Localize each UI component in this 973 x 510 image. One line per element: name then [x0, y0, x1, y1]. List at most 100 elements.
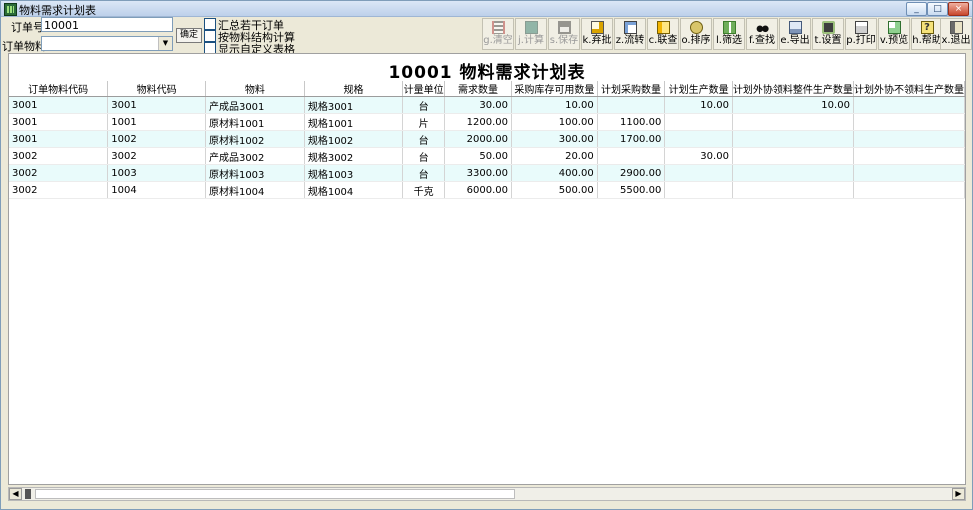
calculate-icon	[524, 21, 538, 34]
table-cell	[732, 113, 854, 131]
table-cell: 1001	[107, 113, 206, 131]
column-header[interactable]: 计划外协领料整件生产数量	[732, 81, 854, 97]
table-row[interactable]: 3001 1002 原材料1002 规格1002 台 2000.00 300.0…	[9, 130, 965, 148]
column-header[interactable]: 计划生产数量	[664, 81, 733, 97]
table-row[interactable]: 3001 1001 原材料1001 规格1001 片 1200.00 100.0…	[9, 113, 965, 131]
material-plan-table: 订单物料代码 物料代码 物料 规格 计量单位 需求数量 采购库存可用数量 计划采…	[9, 81, 965, 199]
table-cell	[664, 181, 733, 199]
filter-icon	[722, 21, 736, 34]
by-structure-checkbox[interactable]	[204, 30, 216, 42]
transfer-button[interactable]: z.流转	[614, 18, 646, 50]
table-cell: 1200.00	[444, 113, 512, 131]
maximize-icon: □	[933, 4, 942, 14]
confirm-label: 确定	[179, 30, 198, 40]
title-bar[interactable]: 物料需求计划表 _ □ ×	[1, 1, 972, 17]
summarize-orders-checkbox[interactable]	[204, 18, 216, 30]
table-cell	[853, 113, 965, 131]
table-cell: 3002	[9, 147, 109, 165]
column-header[interactable]: 计划采购数量	[597, 81, 666, 97]
table-cell: 规格1004	[304, 181, 404, 199]
table-cell: 5500.00	[597, 181, 666, 199]
filter-button[interactable]: l.筛选	[713, 18, 745, 50]
table-row[interactable]: 3001 3001 产成品3001 规格3001 台 30.00 10.00 1…	[9, 96, 965, 114]
table-row[interactable]: 3002 1004 原材料1004 规格1004 千克 6000.00 500.…	[9, 181, 965, 199]
chevron-down-icon[interactable]: ▼	[158, 37, 172, 50]
table-cell: 3002	[107, 147, 206, 165]
exit-button[interactable]: x.退出	[940, 18, 972, 50]
confirm-button[interactable]: 确定	[176, 28, 202, 43]
table-cell: 产成品3001	[205, 96, 305, 114]
column-header[interactable]: 计划外协不领料生产数量	[853, 81, 965, 97]
scroll-left-icon: ◀	[12, 489, 19, 498]
table-cell: 规格3002	[304, 147, 404, 165]
table-cell: 10.00	[732, 96, 854, 114]
export-button-label: e.导出	[780, 35, 810, 46]
horizontal-scrollbar[interactable]: ◀ ▶	[8, 487, 966, 501]
table-cell: 50.00	[444, 147, 512, 165]
table-cell: 30.00	[444, 96, 512, 114]
report-area: 10001 物料需求计划表 订单物料代码 物料代码 物料 规格 计量单位 需求数…	[8, 53, 966, 485]
table-cell: 1003	[107, 164, 206, 182]
exit-button-label: x.退出	[941, 35, 971, 46]
table-cell: 2900.00	[597, 164, 666, 182]
table-cell: 10.00	[511, 96, 598, 114]
table-cell: 1002	[107, 130, 206, 148]
save-button[interactable]: s.保存	[548, 18, 580, 50]
table-cell: 20.00	[511, 147, 598, 165]
save-icon	[557, 21, 571, 34]
discard-batch-icon	[590, 21, 604, 34]
settings-icon	[821, 21, 835, 34]
export-icon	[788, 21, 802, 34]
column-header[interactable]: 规格	[304, 81, 404, 97]
column-header[interactable]: 采购库存可用数量	[511, 81, 598, 97]
column-header[interactable]: 计量单位	[402, 81, 446, 97]
table-cell: 3002	[9, 181, 109, 199]
table-cell: 3001	[9, 96, 109, 114]
table-cell	[853, 181, 965, 199]
preview-button[interactable]: v.预览	[878, 18, 910, 50]
table-cell	[853, 96, 965, 114]
close-button[interactable]: ×	[948, 2, 969, 16]
column-header[interactable]: 物料	[205, 81, 305, 97]
settings-button[interactable]: t.设置	[812, 18, 844, 50]
table-row[interactable]: 3002 1003 原材料1003 规格1003 台 3300.00 400.0…	[9, 164, 965, 182]
table-cell	[853, 147, 965, 165]
print-button[interactable]: p.打印	[845, 18, 877, 50]
table-cell	[664, 164, 733, 182]
clear-button[interactable]: g.清空	[482, 18, 514, 50]
discard-batch-button-label: k.弃批	[582, 35, 612, 46]
table-row[interactable]: 3002 3002 产成品3002 规格3002 台 50.00 20.00 3…	[9, 147, 965, 165]
order-material-combo[interactable]: ▼	[41, 36, 173, 51]
maximize-button[interactable]: □	[927, 2, 948, 16]
minimize-button[interactable]: _	[906, 2, 927, 16]
table-cell: 10.00	[664, 96, 733, 114]
scrollbar-track[interactable]	[35, 489, 515, 499]
table-cell: 原材料1001	[205, 113, 305, 131]
linked-query-button[interactable]: c.联查	[647, 18, 679, 50]
scroll-left-button[interactable]: ◀	[9, 488, 22, 500]
save-button-label: s.保存	[549, 35, 579, 46]
preview-icon	[887, 21, 901, 34]
main-window: 物料需求计划表 _ □ × 订单号 10001 订单物料 ▼ 确定 汇总若干订单…	[0, 0, 973, 510]
order-no-input[interactable]: 10001	[41, 17, 173, 32]
calculate-button[interactable]: j.计算	[515, 18, 547, 50]
column-header[interactable]: 物料代码	[107, 81, 206, 97]
scrollbar-thumb[interactable]	[25, 489, 31, 499]
scroll-right-button[interactable]: ▶	[952, 488, 965, 500]
column-header[interactable]: 订单物料代码	[9, 81, 109, 97]
sort-button[interactable]: o.排序	[680, 18, 712, 50]
find-button[interactable]: f.查找	[746, 18, 778, 50]
discard-batch-button[interactable]: k.弃批	[581, 18, 613, 50]
preview-button-label: v.预览	[879, 35, 909, 46]
table-cell: 规格1002	[304, 130, 404, 148]
clear-button-label: g.清空	[483, 35, 513, 46]
table-cell: 30.00	[664, 147, 733, 165]
table-cell: 3002	[9, 164, 109, 182]
order-material-label: 订单物料	[2, 40, 46, 53]
table-header-row: 订单物料代码 物料代码 物料 规格 计量单位 需求数量 采购库存可用数量 计划采…	[9, 81, 965, 97]
export-button[interactable]: e.导出	[779, 18, 811, 50]
column-header[interactable]: 需求数量	[444, 81, 512, 97]
table-cell: 1700.00	[597, 130, 666, 148]
table-cell: 台	[402, 147, 446, 165]
table-cell: 6000.00	[444, 181, 512, 199]
